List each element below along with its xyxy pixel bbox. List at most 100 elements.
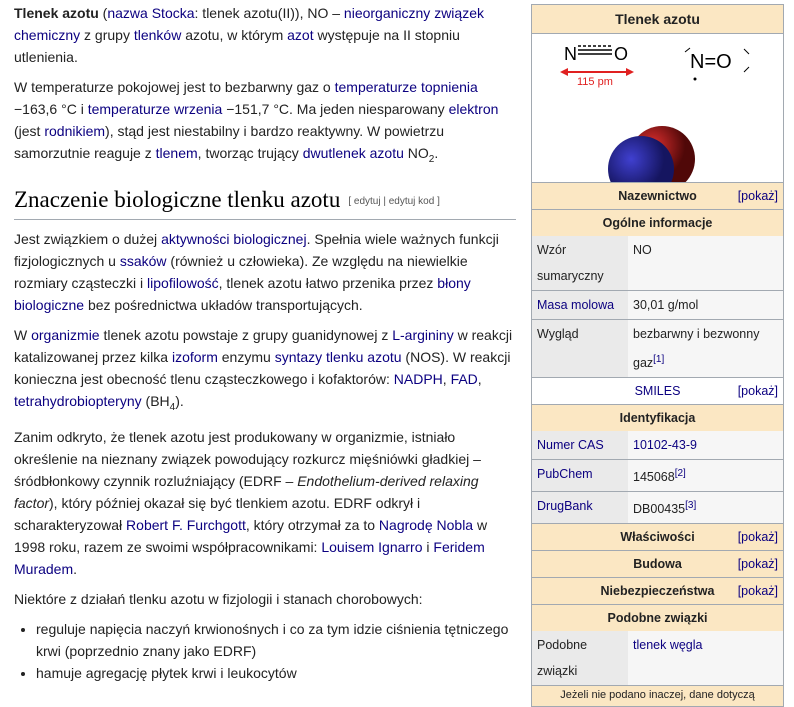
infobox-row: Numer CAS 10102-43-9	[532, 431, 783, 460]
row-value: 145068	[633, 470, 675, 485]
text-run: NO	[403, 145, 429, 161]
row-value: DB00435	[633, 502, 686, 517]
article-link[interactable]: temperaturze topnienia	[335, 79, 478, 95]
section-paragraphs: Jest związkiem o dużej aktywności biolog…	[14, 228, 516, 611]
paragraph: Zanim odkryto, że tlenek azotu jest prod…	[14, 426, 516, 580]
article-link[interactable]: rodnikiem	[44, 123, 105, 139]
text-run: Tlenek azotu	[14, 5, 99, 21]
row-label[interactable]: PubChem	[532, 460, 628, 492]
infobox-footer: Jeżeli nie podano inaczej, dane dotyczą	[532, 685, 783, 707]
row-value[interactable]: 10102-43-9	[633, 438, 697, 452]
show-structure-button[interactable]: [pokaż]	[738, 551, 778, 577]
row-value: 30,01 g/mol	[633, 298, 699, 312]
section-title: Znaczenie biologiczne tlenku azotu	[14, 186, 341, 212]
intro-paragraphs: Tlenek azotu (nazwa Stocka: tlenek azotu…	[14, 2, 516, 171]
smiles-link[interactable]: SMILES	[635, 384, 681, 398]
row-value: NO	[633, 243, 652, 257]
reference[interactable]: [1]	[653, 354, 664, 365]
article-link[interactable]: azot	[287, 27, 313, 43]
article-link[interactable]: Nagrodę Nobla	[379, 517, 473, 533]
text-run: enzymu	[217, 348, 275, 365]
article-link[interactable]: NADPH	[394, 371, 443, 387]
structure-header: Budowa [pokaż]	[532, 550, 783, 578]
infobox-row: Wygląd bezbarwny i bezwonny gaz[1]	[532, 319, 783, 378]
bond-n-label: N	[564, 44, 577, 64]
article-link[interactable]: organizmie	[31, 327, 99, 343]
bond-o-label: O	[614, 44, 628, 64]
text-run: −163,6 °C i	[14, 101, 88, 117]
article-link[interactable]: tetrahydrobiopteryny	[14, 393, 142, 409]
article-link[interactable]: aktywności biologicznej	[161, 231, 307, 247]
row-value-cell: bezbarwny i bezwonny gaz[1]	[628, 320, 783, 378]
list-item: reguluje napięcia naczyń krwionośnych i …	[36, 618, 516, 662]
row-value[interactable]: tlenek węgla	[633, 638, 703, 652]
row-value: bezbarwny i bezwonny gaz	[633, 327, 760, 371]
general-rows: Wzór sumaryczny NO Masa molowa 30,01 g/mol W…	[532, 236, 783, 378]
edit-section-link[interactable]: [ edytuj | edytuj kod ]	[348, 196, 440, 207]
show-nomenclature-button[interactable]: [pokaż]	[738, 183, 778, 209]
paragraph: Niektóre z działań tlenku azotu w fizjol…	[14, 588, 516, 610]
text-run: Jest związkiem o dużej	[14, 230, 162, 247]
smiles-row: SMILES [pokaż]	[532, 377, 783, 405]
article-link[interactable]: izoform	[172, 349, 218, 365]
similar-header: Podobne związki	[532, 604, 783, 632]
article-link[interactable]: syntazy tlenku azotu	[275, 349, 402, 365]
text-run: bez pośrednictwa układów transportującyc…	[84, 296, 363, 313]
structure-label: Budowa	[633, 557, 682, 572]
row-value-cell: 10102-43-9	[628, 431, 783, 460]
similar-rows: Podobne związki tlenek węgla	[532, 631, 783, 686]
paragraph: Jest związkiem o dużej aktywności biolog…	[14, 228, 516, 316]
lewis-structure: N=O	[684, 47, 750, 81]
article-link[interactable]: Louisem Ignarro	[321, 539, 422, 555]
text-run: Niektóre z działań tlenku azotu w fizjol…	[14, 591, 423, 608]
list-item: hamuje agregację płytek krwi i leukocytó…	[36, 662, 516, 684]
article-link[interactable]: tlenków	[134, 27, 181, 43]
article-link[interactable]: temperaturze wrzenia	[88, 101, 223, 117]
article-link[interactable]: tlenem	[156, 145, 198, 161]
reference[interactable]: [3]	[685, 500, 696, 511]
molecule-images: N O 115 pm N=O	[532, 33, 783, 202]
article-link[interactable]: ssaków	[120, 253, 167, 269]
effects-list: reguluje napięcia naczyń krwionośnych i …	[14, 618, 516, 684]
infobox-row: Wzór sumaryczny NO	[532, 236, 783, 290]
show-properties-button[interactable]: [pokaż]	[738, 524, 778, 550]
hazards-header: Niebezpieczeństwa [pokaż]	[532, 577, 783, 605]
article-link[interactable]: dwutlenek azotu	[303, 145, 404, 161]
text-run: W	[14, 326, 32, 343]
text-run: (BH	[141, 392, 170, 409]
infobox-row: PubChem 145068[2]	[532, 459, 783, 492]
properties-header: Właściwości [pokaż]	[532, 523, 783, 551]
row-label[interactable]: Masa molowa	[532, 291, 628, 319]
article-link[interactable]: L-argininy	[392, 327, 453, 343]
hazards-label: Niebezpieczeństwa	[600, 584, 715, 599]
show-smiles-button[interactable]: [pokaż]	[738, 378, 778, 404]
text-run: tlenek azotu powstaje z grupy guanidynow…	[99, 326, 393, 343]
bond-length-diagram: N O 115 pm	[560, 44, 634, 88]
text-run: ,	[477, 370, 482, 387]
text-run: ,	[442, 370, 451, 387]
text-run: i	[422, 539, 434, 556]
molecule-diagram: N O 115 pm N=O	[560, 44, 750, 202]
article-body: Tlenek azotu (nazwa Stocka: tlenek azotu…	[14, 2, 516, 684]
text-run: .	[434, 145, 439, 161]
row-label[interactable]: DrugBank	[532, 492, 628, 524]
show-hazards-button[interactable]: [pokaż]	[738, 578, 778, 604]
paragraph: Tlenek azotu (nazwa Stocka: tlenek azotu…	[14, 2, 516, 68]
infobox-row: Podobne związki tlenek węgla	[532, 631, 783, 686]
ident-rows: Numer CAS 10102-43-9 PubChem 145068[2] DrugB…	[532, 431, 783, 524]
article-link[interactable]: elektron	[449, 101, 499, 117]
article-link[interactable]: nazwa Stocka	[107, 5, 194, 21]
row-label[interactable]: Numer CAS	[532, 431, 628, 460]
article-link[interactable]: FAD	[451, 371, 478, 387]
article-link[interactable]: Robert F. Furchgott	[126, 517, 246, 533]
reference[interactable]: [2]	[675, 468, 686, 479]
paragraph: W temperaturze pokojowej jest to bezbarw…	[14, 76, 516, 171]
row-label: Wygląd	[532, 320, 628, 378]
row-value-cell: NO	[628, 236, 783, 290]
nomenclature-label: Nazewnictwo	[618, 189, 697, 203]
infobox-row: Masa molowa 30,01 g/mol	[532, 290, 783, 319]
text-run: .	[73, 561, 78, 578]
paragraph: W organizmie tlenek azotu powstaje z gru…	[14, 324, 516, 419]
article-link[interactable]: lipofilowość	[147, 275, 219, 291]
row-value-cell: 145068[2]	[628, 460, 783, 492]
